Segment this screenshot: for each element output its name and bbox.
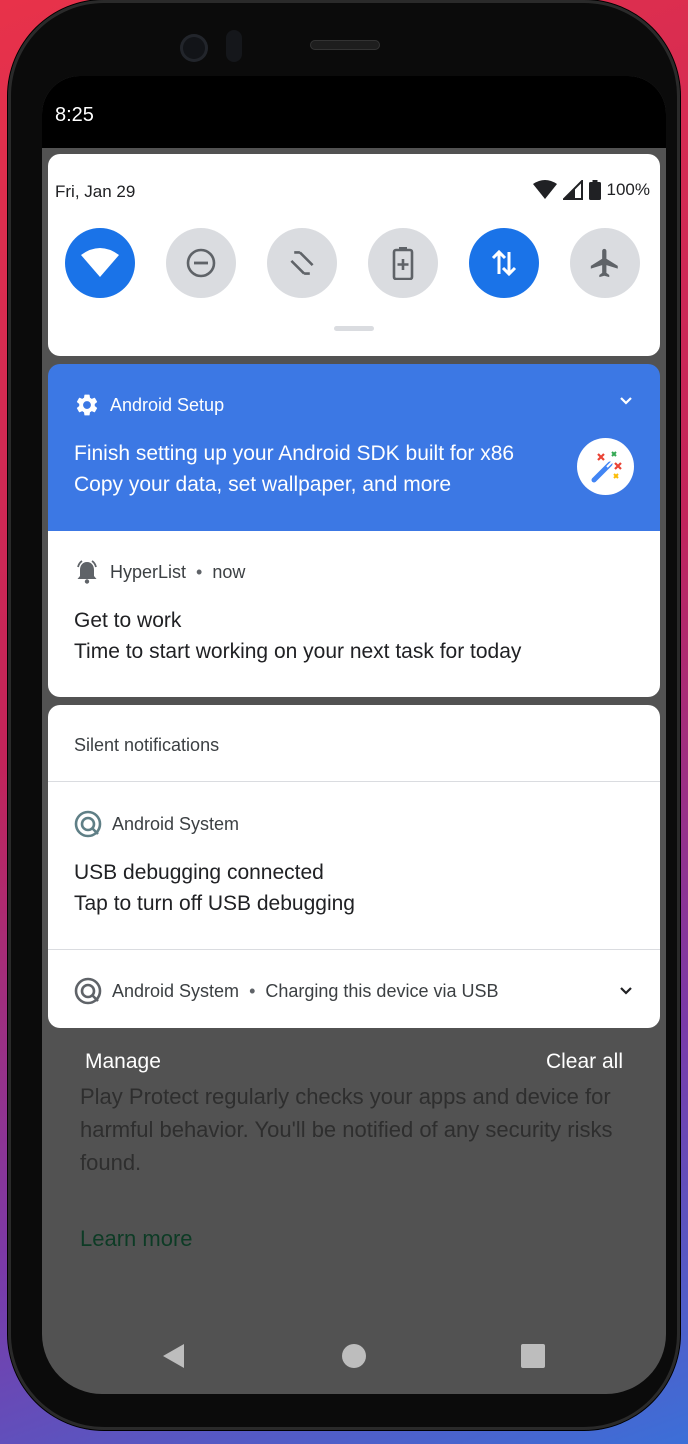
notification-header: Android Setup <box>74 392 224 418</box>
header-separator: • <box>196 561 203 582</box>
tile-wifi[interactable] <box>65 228 135 298</box>
back-button[interactable] <box>144 1326 204 1386</box>
manage-button[interactable]: Manage <box>85 1050 161 1074</box>
do-not-disturb-icon <box>186 248 216 278</box>
wifi-signal-icon <box>532 180 557 199</box>
notification-hyperlist[interactable]: HyperList • now Get to work Time to star… <box>48 531 660 697</box>
notification-title: Get to work <box>74 609 182 632</box>
back-icon <box>163 1344 184 1368</box>
qs-tiles <box>65 228 641 300</box>
wifi-icon <box>81 248 119 277</box>
battery-percent: 100% <box>606 180 650 199</box>
notification-app-name: Android System <box>112 813 240 834</box>
alarm-bell-icon <box>77 560 97 584</box>
earpiece-speaker <box>310 40 380 50</box>
tile-mobile-data[interactable] <box>469 228 539 298</box>
magic-wand-icon <box>577 438 634 495</box>
status-bar: 8:25 <box>42 76 666 148</box>
mobile-data-icon <box>491 249 517 277</box>
gear-icon <box>76 394 98 416</box>
notification-text: Tap to turn off USB debugging <box>74 892 355 915</box>
home-button[interactable] <box>324 1326 384 1386</box>
notification-title: Finish setting up your Android SDK built… <box>74 442 515 465</box>
qs-status-icons: 100% <box>532 180 650 200</box>
tile-airplane-mode[interactable] <box>570 228 640 298</box>
cell-signal-icon <box>562 180 583 200</box>
qs-drag-handle[interactable] <box>334 326 374 331</box>
notification-header: HyperList • now <box>74 559 245 585</box>
notification-summary: Charging this device via USB <box>265 980 499 1001</box>
status-clock: 8:25 <box>55 104 94 126</box>
header-separator: • <box>249 980 256 1001</box>
screen: 8:25 Fri, Jan 29 100% Android Setup Fini… <box>42 76 666 1394</box>
notification-usb-debugging[interactable]: Android System USB debugging connected T… <box>48 782 660 949</box>
navigation-bar <box>42 1326 666 1386</box>
airplane-icon <box>590 248 618 278</box>
battery-saver-icon <box>392 247 414 280</box>
auto-rotate-icon <box>290 251 314 275</box>
chevron-down-icon[interactable] <box>618 985 634 997</box>
tile-battery-saver[interactable] <box>368 228 438 298</box>
proximity-sensor <box>226 30 242 62</box>
silent-notifications-group: Silent notifications Android System USB … <box>48 705 660 1028</box>
notification-header: Android System • Charging this device vi… <box>74 977 499 1005</box>
home-icon <box>342 1344 366 1368</box>
notification-title: USB debugging connected <box>74 861 324 884</box>
learn-more-link: Learn more <box>80 1226 193 1251</box>
notification-android-setup[interactable]: Android Setup Finish setting up your And… <box>48 364 660 531</box>
notification-usb-charging[interactable]: Android System • Charging this device vi… <box>48 950 660 1028</box>
recents-icon <box>521 1344 545 1368</box>
recents-button[interactable] <box>503 1326 563 1386</box>
tile-do-not-disturb[interactable] <box>166 228 236 298</box>
android-system-icon <box>74 810 102 838</box>
background-description: Play Protect regularly checks your apps … <box>80 1084 613 1175</box>
notification-text: Time to start working on your next task … <box>74 640 522 663</box>
notification-header: Android System <box>74 810 239 838</box>
phone-frame: 8:25 Fri, Jan 29 100% Android Setup Fini… <box>8 0 680 1430</box>
notification-time: now <box>212 561 246 582</box>
qs-date[interactable]: Fri, Jan 29 <box>55 182 135 202</box>
chevron-down-icon[interactable] <box>618 394 634 406</box>
notification-text: Copy your data, set wallpaper, and more <box>74 473 452 496</box>
notification-app-name: Android System <box>112 980 240 1001</box>
tile-auto-rotate[interactable] <box>267 228 337 298</box>
notification-app-name: HyperList <box>110 561 187 582</box>
clear-all-button[interactable]: Clear all <box>546 1050 623 1074</box>
android-system-icon <box>74 977 102 1005</box>
front-camera <box>180 34 208 62</box>
quick-settings-panel: Fri, Jan 29 100% <box>48 154 660 356</box>
section-header: Silent notifications <box>74 735 220 755</box>
notification-app-name: Android Setup <box>110 394 225 415</box>
battery-icon <box>588 180 601 200</box>
